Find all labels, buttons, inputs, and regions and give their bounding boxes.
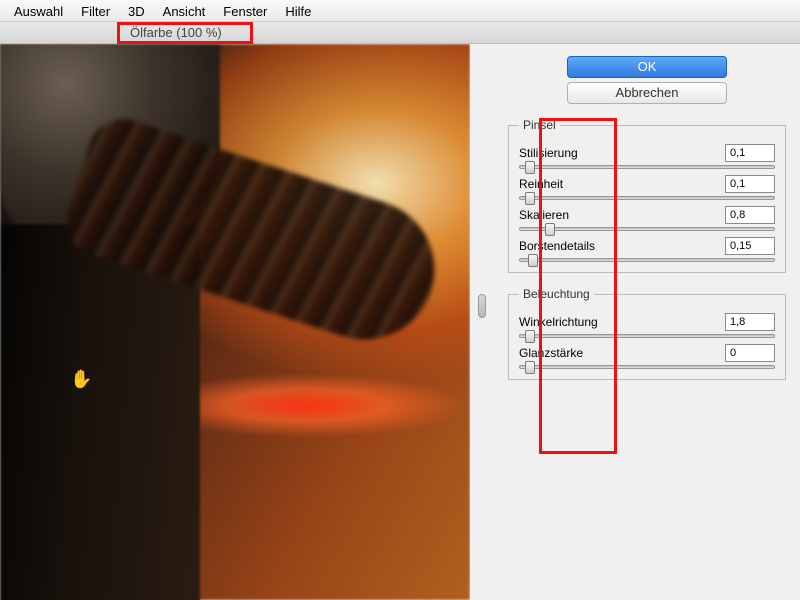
cancel-button[interactable]: Abbrechen — [567, 82, 727, 104]
menu-bar[interactable]: Auswahl Filter 3D Ansicht Fenster Hilfe — [0, 0, 800, 22]
group-beleuchtung-legend: Beleuchtung — [519, 287, 594, 301]
slider-thumb[interactable] — [525, 361, 535, 374]
group-beleuchtung: Beleuchtung Winkelrichtung Glanzstärke — [508, 287, 786, 380]
slider-track[interactable] — [519, 165, 775, 169]
slider-thumb[interactable] — [525, 192, 535, 205]
ok-button[interactable]: OK — [567, 56, 727, 78]
slider-label: Borstendetails — [519, 239, 595, 253]
slider-borstendetails: Borstendetails — [519, 237, 775, 262]
slider-track[interactable] — [519, 196, 775, 200]
slider-track[interactable] — [519, 227, 775, 231]
slider-skalieren: Skalieren — [519, 206, 775, 231]
slider-label: Reinheit — [519, 177, 563, 191]
slider-thumb[interactable] — [545, 223, 555, 236]
controls-panel: OK Abbrechen Pinsel Stilisierung Reinhei… — [500, 44, 800, 600]
slider-label: Stilisierung — [519, 146, 578, 160]
dialog-title: Ölfarbe (100 %) — [130, 25, 222, 40]
menu-fenster[interactable]: Fenster — [223, 4, 267, 17]
preview-area[interactable]: ✋ — [0, 44, 470, 600]
group-pinsel: Pinsel Stilisierung Reinheit Skalieren — [508, 118, 786, 273]
slider-value-input[interactable] — [725, 344, 775, 362]
slider-value-input[interactable] — [725, 237, 775, 255]
slider-label: Glanzstärke — [519, 346, 583, 360]
menu-hilfe[interactable]: Hilfe — [285, 4, 311, 17]
slider-glanzstaerke: Glanzstärke — [519, 344, 775, 369]
slider-track[interactable] — [519, 334, 775, 338]
preview-scrollbar-thumb[interactable] — [478, 294, 486, 318]
slider-stilisierung: Stilisierung — [519, 144, 775, 169]
hand-cursor-icon: ✋ — [70, 369, 90, 389]
slider-reinheit: Reinheit — [519, 175, 775, 200]
preview-scroll-gutter — [470, 44, 500, 600]
slider-thumb[interactable] — [525, 330, 535, 343]
slider-thumb[interactable] — [525, 161, 535, 174]
slider-track[interactable] — [519, 365, 775, 369]
menu-3d[interactable]: 3D — [128, 4, 145, 17]
slider-label: Skalieren — [519, 208, 569, 222]
dialog-titlebar: Ölfarbe (100 %) — [0, 22, 800, 44]
slider-label: Winkelrichtung — [519, 315, 598, 329]
menu-filter[interactable]: Filter — [81, 4, 110, 17]
slider-value-input[interactable] — [725, 313, 775, 331]
preview-torso — [0, 224, 200, 600]
slider-track[interactable] — [519, 258, 775, 262]
slider-value-input[interactable] — [725, 144, 775, 162]
preview-image — [0, 44, 470, 600]
slider-value-input[interactable] — [725, 175, 775, 193]
menu-ansicht[interactable]: Ansicht — [163, 4, 206, 17]
slider-value-input[interactable] — [725, 206, 775, 224]
slider-thumb[interactable] — [528, 254, 538, 267]
slider-winkelrichtung: Winkelrichtung — [519, 313, 775, 338]
menu-auswahl[interactable]: Auswahl — [14, 4, 63, 17]
group-pinsel-legend: Pinsel — [519, 118, 560, 132]
